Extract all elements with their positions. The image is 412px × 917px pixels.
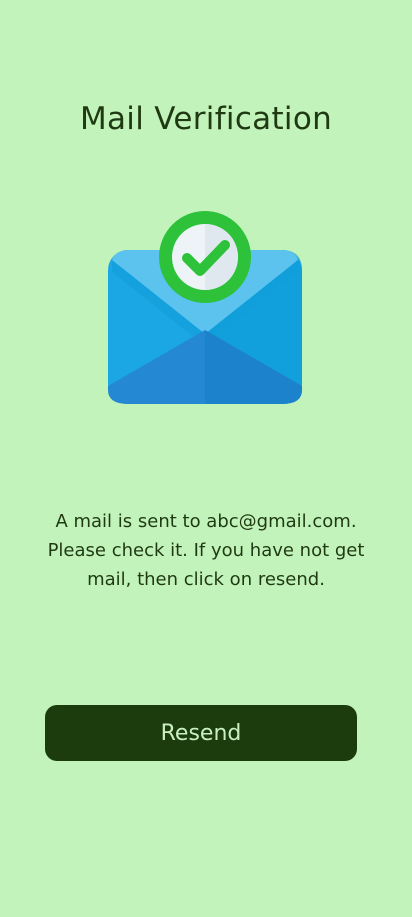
verification-message: A mail is sent to abc@gmail.com. Please … [47,511,365,590]
resend-button[interactable]: Resend [45,705,357,761]
page-title: Mail Verification [79,101,333,137]
mail-illustration [105,208,305,408]
mail-verified-icon [108,211,302,404]
checkmark-icon [159,211,251,303]
